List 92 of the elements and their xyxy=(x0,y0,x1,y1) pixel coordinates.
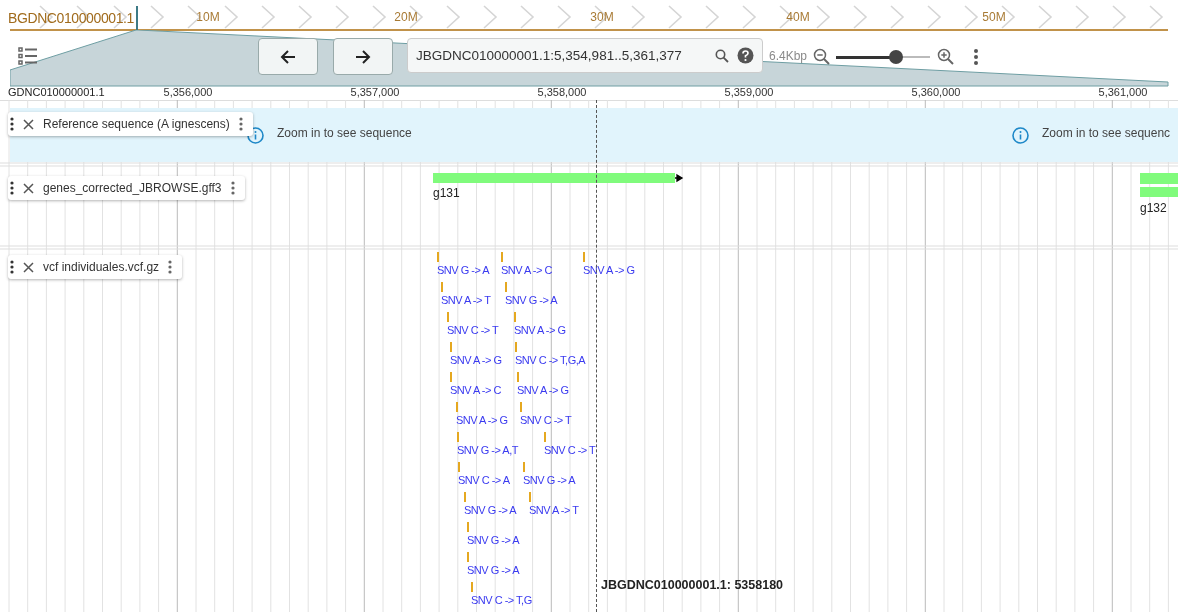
variant-marker[interactable] xyxy=(437,252,439,262)
zoom-message: Zoom in to see sequence xyxy=(277,126,412,140)
variant-marker[interactable] xyxy=(514,312,516,322)
track-menu-icon[interactable] xyxy=(238,117,243,131)
info-icon xyxy=(1012,127,1029,144)
overview-tick-label: 20M xyxy=(393,10,419,24)
ruler-tick-label: 5,360,000 xyxy=(910,86,962,98)
track-selector-icon[interactable] xyxy=(18,47,38,65)
variant-marker[interactable] xyxy=(458,462,460,472)
variant-marker[interactable] xyxy=(441,282,443,292)
ruler-tick-label: 5,357,000 xyxy=(349,86,401,98)
arrow-right-icon xyxy=(355,48,371,65)
variant-label: SNV G -> A xyxy=(467,564,520,576)
gene-feature[interactable] xyxy=(433,173,685,184)
variant-marker[interactable] xyxy=(447,312,449,322)
zoom-in-icon[interactable] xyxy=(937,48,954,65)
gene-feature[interactable] xyxy=(1140,187,1178,197)
variant-label: SNV G -> A xyxy=(464,504,517,516)
variant-label: SNV A -> C xyxy=(450,384,501,396)
zoom-message: Zoom in to see sequenc xyxy=(1042,126,1171,140)
variant-label: SNV C -> T,G,A xyxy=(515,354,586,366)
variant-label: SNV C -> A xyxy=(458,474,510,486)
help-icon[interactable] xyxy=(737,47,754,64)
overview-tick-label: 40M xyxy=(785,10,811,24)
variant-marker[interactable] xyxy=(467,552,469,562)
variant-label: SNV G -> A xyxy=(467,534,520,546)
track-name: vcf individuales.vcf.gz xyxy=(43,260,160,274)
variant-marker[interactable] xyxy=(457,432,459,442)
close-icon[interactable] xyxy=(23,261,34,273)
variant-label: SNV G -> A,T xyxy=(457,444,518,456)
variant-marker[interactable] xyxy=(471,582,473,592)
ruler-tick-label: 5,361,000 xyxy=(1097,86,1149,98)
menu-icon[interactable] xyxy=(973,48,979,66)
variant-marker[interactable] xyxy=(456,402,458,412)
ruler-tick-label: 5,358,000 xyxy=(536,86,588,98)
variant-marker[interactable] xyxy=(501,252,503,262)
variant-marker[interactable] xyxy=(505,282,507,292)
variant-label: SNV G -> A xyxy=(505,294,558,306)
variant-label: SNV C -> T xyxy=(544,444,596,456)
slider-thumb[interactable] xyxy=(889,50,904,64)
cursor-position-label: JBGDNC010000001.1: 5358180 xyxy=(601,578,784,592)
variant-label: SNV G -> A xyxy=(437,264,490,276)
overview-tick-label: 10M xyxy=(195,10,221,24)
search-icon[interactable] xyxy=(715,48,729,63)
close-icon[interactable] xyxy=(23,118,34,130)
variant-marker[interactable] xyxy=(515,342,517,352)
variant-marker[interactable] xyxy=(517,372,519,382)
variant-marker[interactable] xyxy=(467,522,469,532)
gene-feature[interactable] xyxy=(1140,173,1178,184)
variant-label: SNV A -> T xyxy=(529,504,579,516)
overview-tick-label: 50M xyxy=(981,10,1007,24)
ruler-tick-label: 5,356,000 xyxy=(162,86,214,98)
location-text: JBGDNC010000001.1:5,354,981..5,361,377 xyxy=(416,48,683,63)
back-button[interactable] xyxy=(258,38,318,75)
variant-marker[interactable] xyxy=(520,402,522,412)
ruler-tick-label: 5,359,000 xyxy=(723,86,775,98)
drag-handle-icon[interactable] xyxy=(10,117,14,131)
drag-handle-icon[interactable] xyxy=(10,181,14,195)
variant-marker[interactable] xyxy=(544,432,546,442)
variant-marker[interactable] xyxy=(450,342,452,352)
close-icon[interactable] xyxy=(23,182,34,194)
variant-marker[interactable] xyxy=(450,372,452,382)
location-field[interactable]: JBGDNC010000001.1:5,354,981..5,361,377 xyxy=(407,38,763,73)
zoom-out-icon[interactable] xyxy=(813,48,830,65)
position-marker xyxy=(136,6,138,30)
variant-label: SNV C -> T xyxy=(520,414,572,426)
variant-marker[interactable] xyxy=(529,492,531,502)
track-name: genes_corrected_JBROWSE.gff3 xyxy=(43,181,222,195)
variant-marker[interactable] xyxy=(583,252,585,262)
variant-label: SNV C -> T xyxy=(447,324,499,336)
variant-label: SNV A -> G xyxy=(456,414,508,426)
gene-label: g131 xyxy=(433,186,460,200)
drag-handle-icon[interactable] xyxy=(10,260,14,274)
variant-label: SNV A -> G xyxy=(514,324,566,336)
variant-marker[interactable] xyxy=(523,462,525,472)
forward-button[interactable] xyxy=(333,38,393,75)
sequence-name: BGDNC010000001.1 xyxy=(8,10,134,26)
overview-tick-label: 30M xyxy=(589,10,615,24)
variant-label: SNV A -> C xyxy=(501,264,552,276)
variant-label: SNV A -> T xyxy=(441,294,491,306)
gene-label: g132 xyxy=(1140,201,1167,215)
track-menu-icon[interactable] xyxy=(230,181,235,195)
variant-label: SNV C -> T,G xyxy=(471,594,532,606)
zoom-span-label: 6.4Kbp xyxy=(769,49,808,63)
track-menu-icon[interactable] xyxy=(168,260,173,274)
variant-label: SNV G -> A xyxy=(523,474,576,486)
variant-marker[interactable] xyxy=(464,492,466,502)
variant-label: SNV A -> G xyxy=(450,354,502,366)
variant-label: SNV A -> G xyxy=(517,384,569,396)
sequence-name: GDNC010000001.1 xyxy=(8,86,105,98)
arrow-left-icon xyxy=(280,48,296,65)
track-name: Reference sequence (A ignescens) xyxy=(43,117,230,131)
